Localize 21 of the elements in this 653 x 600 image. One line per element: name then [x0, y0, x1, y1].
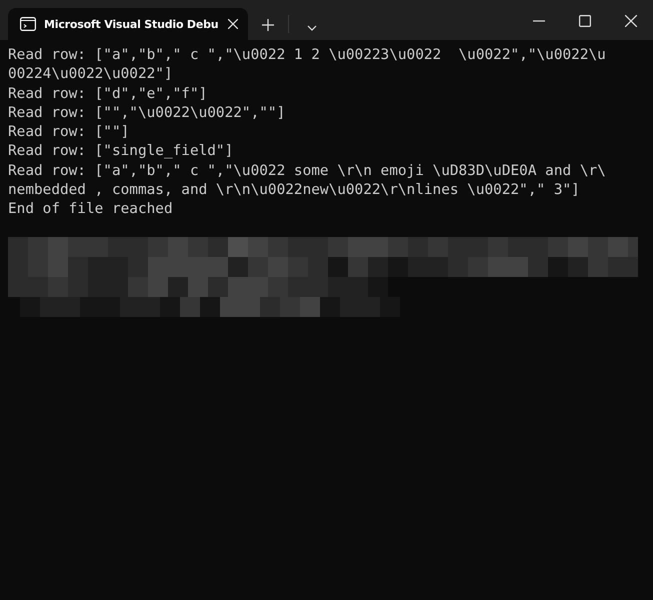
- console-line: Read row: ["single_field"]: [8, 142, 234, 162]
- console-line: Read row: ["a","b"," c ","\u0022 some \r\n emoji \uD83D\uDE0A and \r\: [8, 162, 606, 180]
- console-icon: [20, 17, 36, 31]
- close-tab-button[interactable]: [228, 19, 238, 29]
- console-line: 00224\u0022\u0022"]: [8, 65, 173, 84]
- close-icon: [625, 15, 637, 27]
- console-line: Read row: ["","\u0022\u0022",""]: [8, 104, 286, 123]
- console-line: Read row: ["a","b"," c ","\u0022 1 2 \u00223\u0022 \u0022","\u0022\u: [8, 46, 606, 65]
- close-button[interactable]: [625, 15, 637, 27]
- maximize-button[interactable]: [579, 15, 591, 27]
- console-line: nembedded , commas, and \r\n\u0022new\u0022\r\nlines \u0022"," 3"]: [8, 180, 580, 200]
- console-line: Read row: [""]: [8, 123, 130, 142]
- plus-icon: [262, 19, 274, 31]
- dropdown-button[interactable]: [307, 25, 317, 31]
- maximize-icon: [579, 15, 591, 27]
- close-icon: [228, 19, 238, 29]
- chevron-down-icon: [307, 25, 317, 31]
- new-tab-button[interactable]: [262, 19, 274, 31]
- console-line: Read row: ["d","e","f"]: [8, 84, 208, 104]
- console-line: End of file reached: [8, 200, 173, 219]
- terminal-tab[interactable]: Microsoft Visual Studio Debu: [8, 8, 248, 40]
